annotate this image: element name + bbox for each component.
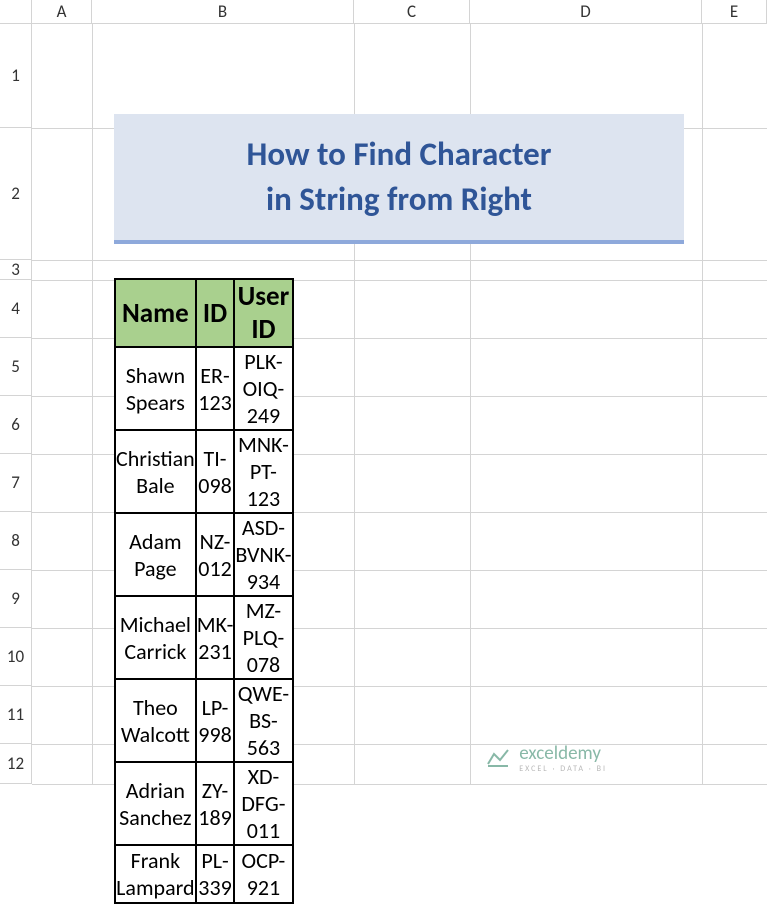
row-header-12[interactable]: 12 [0,744,32,784]
cell-name[interactable]: Adam Page [115,513,196,596]
cell-id[interactable]: ZY-189 [196,762,235,845]
table-row: Frank LampardPL-339OCP-921 [115,845,293,903]
table-row: Theo WalcottLP-998QWE-BS-563 [115,679,293,762]
row-header-5[interactable]: 5 [0,338,32,396]
table-row: Christian BaleTI-098MNK-PT-123 [115,430,293,513]
watermark-text: exceldemy EXCEL · DATA · BI [519,744,607,773]
cell-id[interactable]: PL-339 [196,845,235,903]
cell-id[interactable]: TI-098 [196,430,235,513]
row-header-3[interactable]: 3 [0,260,32,280]
title-line1: How to Find Character [247,132,552,177]
cell-name[interactable]: Shawn Spears [115,347,196,430]
col-header-A[interactable]: A [32,0,92,24]
watermark: exceldemy EXCEL · DATA · BI [483,743,607,773]
cell-name[interactable]: Theo Walcott [115,679,196,762]
col-header-corner[interactable] [0,0,32,24]
title-line2: in String from Right [266,177,532,222]
col-header-E[interactable]: E [702,0,767,24]
gridline-vertical [92,24,93,785]
cell-userid[interactable]: MZ-PLQ-078 [234,596,292,679]
gridline-horizontal [32,260,767,261]
watermark-icon [483,743,513,773]
cell-name[interactable]: Michael Carrick [115,596,196,679]
header-name[interactable]: Name [115,279,196,347]
title-box: How to Find Character in String from Rig… [114,114,684,244]
cell-userid[interactable]: QWE-BS-563 [234,679,292,762]
row-header-1[interactable]: 1 [0,24,32,128]
row-headers: 123456789101112 [0,24,32,784]
cell-userid[interactable]: OCP-921 [234,845,292,903]
row-header-10[interactable]: 10 [0,628,32,686]
data-table: Name ID User ID Shawn SpearsER-123PLK-OI… [114,278,294,904]
row-header-6[interactable]: 6 [0,396,32,454]
cell-userid[interactable]: XD-DFG-011 [234,762,292,845]
table-row: Adrian SanchezZY-189XD-DFG-011 [115,762,293,845]
col-header-B[interactable]: B [92,0,354,24]
cell-userid[interactable]: PLK-OIQ-249 [234,347,292,430]
cell-id[interactable]: MK-231 [196,596,235,679]
watermark-main: exceldemy [519,744,607,763]
table-row: Michael CarrickMK-231MZ-PLQ-078 [115,596,293,679]
table-row: Adam PageNZ-012ASD-BVNK-934 [115,513,293,596]
row-header-4[interactable]: 4 [0,280,32,338]
cell-name[interactable]: Frank Lampard [115,845,196,903]
row-header-8[interactable]: 8 [0,512,32,570]
cell-id[interactable]: ER-123 [196,347,235,430]
col-header-C[interactable]: C [354,0,470,24]
watermark-sub: EXCEL · DATA · BI [519,765,607,773]
cell-userid[interactable]: MNK-PT-123 [234,430,292,513]
cell-id[interactable]: NZ-012 [196,513,235,596]
cell-userid[interactable]: ASD-BVNK-934 [234,513,292,596]
cell-id[interactable]: LP-998 [196,679,235,762]
table-header-row: Name ID User ID [115,279,293,347]
column-headers: ABCDE [0,0,767,24]
gridline-vertical [702,24,703,785]
header-id[interactable]: ID [196,279,235,347]
header-userid[interactable]: User ID [234,279,292,347]
row-header-9[interactable]: 9 [0,570,32,628]
row-header-7[interactable]: 7 [0,454,32,512]
row-header-11[interactable]: 11 [0,686,32,744]
cell-name[interactable]: Adrian Sanchez [115,762,196,845]
table-row: Shawn SpearsER-123PLK-OIQ-249 [115,347,293,430]
row-header-2[interactable]: 2 [0,128,32,260]
cell-name[interactable]: Christian Bale [115,430,196,513]
col-header-D[interactable]: D [470,0,702,24]
